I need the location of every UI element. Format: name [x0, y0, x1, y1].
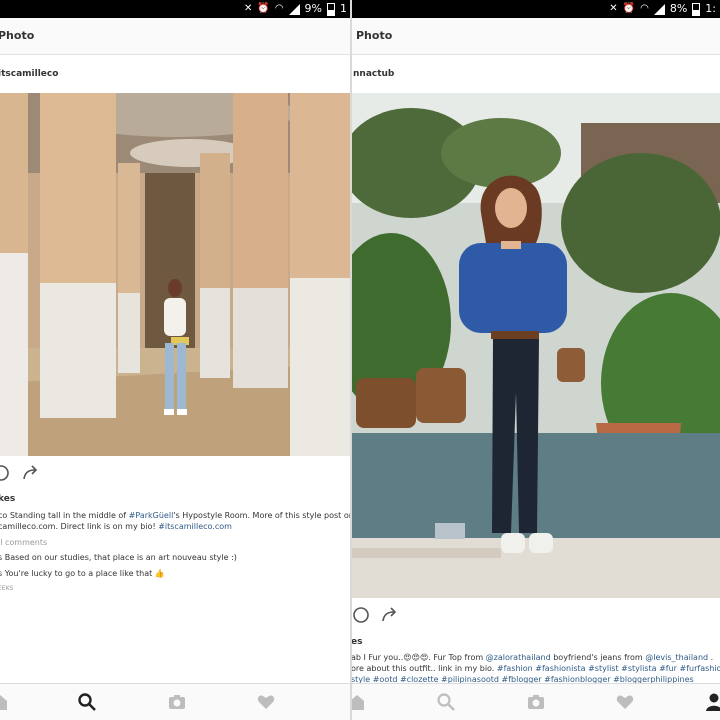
app-header: Photo — [0, 18, 351, 55]
status-extra: 1 — [340, 2, 347, 15]
status-bar: ✕ ⏰ ◠ 8% 1: — [351, 0, 720, 18]
thumbs-up-emoji: 👍 — [154, 569, 165, 578]
post-header[interactable]: itscamilleco — [0, 55, 351, 93]
comment-icon[interactable] — [352, 606, 370, 624]
status-bar: ✕ ⏰ ◠ 9% 1 — [0, 0, 351, 18]
post-header[interactable]: nnactub — [351, 55, 720, 93]
home-icon[interactable] — [351, 692, 367, 712]
battery-icon — [327, 2, 335, 16]
wifi-icon: ◠ — [640, 3, 649, 14]
post-actions — [0, 458, 351, 488]
signal-icon — [653, 3, 665, 15]
search-icon[interactable] — [436, 692, 456, 712]
heart-icon[interactable] — [256, 692, 276, 712]
home-icon[interactable] — [0, 692, 10, 712]
battery-percent: 8% — [669, 2, 688, 15]
mention[interactable]: @levis_thailand — [645, 653, 708, 662]
post-username[interactable]: nnactub — [353, 69, 394, 79]
mention[interactable]: @zalorathailand — [486, 653, 551, 662]
comment-icon[interactable] — [0, 464, 10, 482]
post-photo[interactable] — [0, 93, 351, 456]
photo-outfit — [351, 93, 720, 598]
alarm-icon: ⏰ — [257, 3, 270, 14]
caption-text: ore about this outfit.. link in my bio. — [351, 664, 497, 673]
bottom-tab-bar — [351, 683, 720, 720]
heart-eyes-emoji: 😍😍😍 — [403, 653, 429, 662]
signal-icon — [288, 3, 300, 15]
post-username[interactable]: itscamilleco — [0, 69, 58, 79]
caption-text: 's Hypostyle Room. More of this style po… — [173, 511, 351, 520]
right-screenshot: ✕ ⏰ ◠ 8% 1: Photo nnactub es ab I Fur yo… — [351, 0, 720, 720]
caption-text: co Standing tall in the middle of — [0, 511, 129, 520]
post-caption-line2: ore about this outfit.. link in my bio. … — [351, 663, 720, 674]
mute-icon: ✕ — [609, 3, 618, 14]
comment-1: s Based on our studies, that place is an… — [0, 553, 237, 562]
hashtag[interactable]: #ParkGüell — [129, 511, 174, 520]
profile-icon[interactable] — [704, 692, 720, 712]
post-caption-line2: camilleco.com. Direct link is on my bio!… — [0, 521, 232, 532]
caption-text: . — [708, 653, 714, 662]
share-icon[interactable] — [381, 606, 399, 624]
hashtag[interactable]: #itscamilleco.com — [158, 522, 232, 531]
caption-text: . Fur Top from — [428, 653, 486, 662]
likes-count[interactable]: es — [351, 637, 362, 647]
camera-icon[interactable] — [526, 692, 546, 712]
status-time: 1: — [705, 2, 716, 15]
battery-percent: 9% — [304, 2, 322, 15]
mute-icon: ✕ — [243, 3, 253, 14]
comment-2: s You're lucky to go to a place like tha… — [0, 568, 165, 579]
camera-icon[interactable] — [167, 692, 187, 712]
view-all-comments-link[interactable]: ll comments — [0, 537, 47, 548]
caption-text: boyfriend's jeans from — [550, 653, 646, 662]
post-photo[interactable] — [351, 93, 720, 598]
heart-icon[interactable] — [615, 692, 635, 712]
caption-text: camilleco.com. Direct link is on my bio! — [0, 522, 159, 531]
left-screenshot: ✕ ⏰ ◠ 9% 1 Photo itscamilleco kes co Sta… — [0, 0, 351, 720]
hashtags[interactable]: #fashion #fashionista #stylist #stylista… — [497, 664, 720, 673]
caption-text: ab I Fur you.. — [351, 653, 404, 662]
app-header: Photo — [351, 18, 720, 55]
likes-count[interactable]: kes — [0, 494, 15, 504]
page-title: Photo — [356, 29, 393, 42]
alarm-icon: ⏰ — [622, 3, 636, 14]
wifi-icon: ◠ — [274, 3, 284, 14]
photo-park-guell — [0, 93, 351, 456]
bottom-tab-bar — [0, 683, 351, 720]
panel-divider — [350, 0, 352, 720]
post-caption: ab I Fur you..😍😍😍. Fur Top from @zalorat… — [351, 652, 713, 663]
post-actions — [351, 600, 720, 630]
post-caption: co Standing tall in the middle of #ParkG… — [0, 510, 351, 521]
battery-icon — [692, 2, 701, 16]
page-title: Photo — [0, 29, 35, 42]
post-time: EEKS — [0, 585, 14, 592]
search-icon[interactable] — [77, 692, 97, 712]
comment-text: s You're lucky to go to a place like tha… — [0, 569, 153, 578]
share-icon[interactable] — [22, 464, 40, 482]
